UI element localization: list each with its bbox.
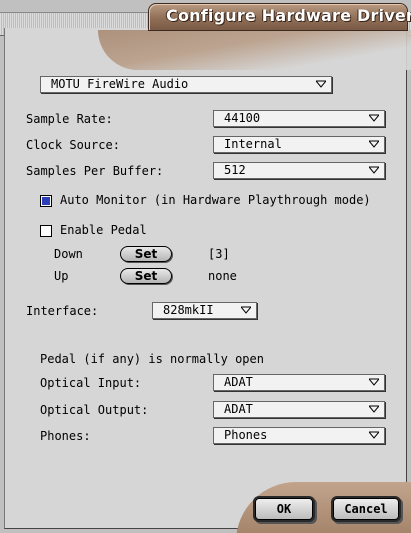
chevron-down-icon: [369, 166, 379, 174]
interface-select[interactable]: 828mkII: [152, 302, 257, 319]
phones-value: Phones: [224, 428, 268, 442]
decorative-swoosh-top: [98, 30, 411, 70]
sample-rate-value: 44100: [224, 111, 261, 125]
auto-monitor-label: Auto Monitor (in Hardware Playthrough mo…: [60, 193, 371, 207]
configure-hardware-driver-dialog: Configure Hardware Driver MOTU FireWire …: [0, 0, 411, 533]
chevron-down-icon: [241, 306, 251, 314]
phones-label: Phones:: [40, 429, 91, 443]
pedal-note: Pedal (if any) is normally open: [40, 352, 264, 366]
chevron-down-icon: [369, 431, 379, 439]
chevron-down-icon: [369, 114, 379, 122]
device-select-value: MOTU FireWire Audio: [51, 77, 189, 91]
clock-source-value: Internal: [224, 137, 282, 151]
enable-pedal-checkbox[interactable]: [40, 225, 52, 237]
chevron-down-icon: [369, 378, 379, 386]
optical-input-value: ADAT: [224, 375, 253, 389]
samples-per-buffer-value: 512: [224, 163, 246, 177]
samples-per-buffer-select[interactable]: 512: [213, 162, 385, 179]
interface-label: Interface:: [26, 304, 99, 318]
device-select[interactable]: MOTU FireWire Audio: [40, 76, 332, 93]
optical-output-label: Optical Output:: [40, 403, 149, 417]
pedal-down-set-button[interactable]: Set: [120, 246, 172, 262]
cancel-button[interactable]: Cancel: [333, 498, 399, 520]
sample-rate-label: Sample Rate:: [26, 112, 113, 126]
optical-output-value: ADAT: [224, 402, 253, 416]
optical-input-label: Optical Input:: [40, 376, 142, 390]
chevron-down-icon: [369, 140, 379, 148]
pedal-down-label: Down: [54, 247, 83, 261]
window-title: Configure Hardware Driver: [166, 6, 411, 25]
sample-rate-select[interactable]: 44100: [213, 110, 385, 127]
pedal-up-set-button[interactable]: Set: [120, 268, 172, 284]
ok-button[interactable]: OK: [255, 498, 313, 520]
interface-value: 828mkII: [163, 303, 214, 317]
pedal-down-value: [3]: [208, 247, 230, 261]
chevron-down-icon: [369, 405, 379, 413]
clock-source-label: Clock Source:: [26, 138, 120, 152]
chevron-down-icon: [316, 80, 326, 88]
pedal-up-label: Up: [54, 269, 69, 283]
samples-per-buffer-label: Samples Per Buffer:: [26, 164, 164, 178]
optical-output-select[interactable]: ADAT: [213, 401, 385, 418]
clock-source-select[interactable]: Internal: [213, 136, 385, 153]
optical-input-select[interactable]: ADAT: [213, 374, 385, 391]
pedal-up-value: none: [208, 269, 237, 283]
phones-select[interactable]: Phones: [213, 427, 385, 444]
auto-monitor-checkbox[interactable]: [40, 195, 52, 207]
enable-pedal-label: Enable Pedal: [60, 223, 147, 237]
